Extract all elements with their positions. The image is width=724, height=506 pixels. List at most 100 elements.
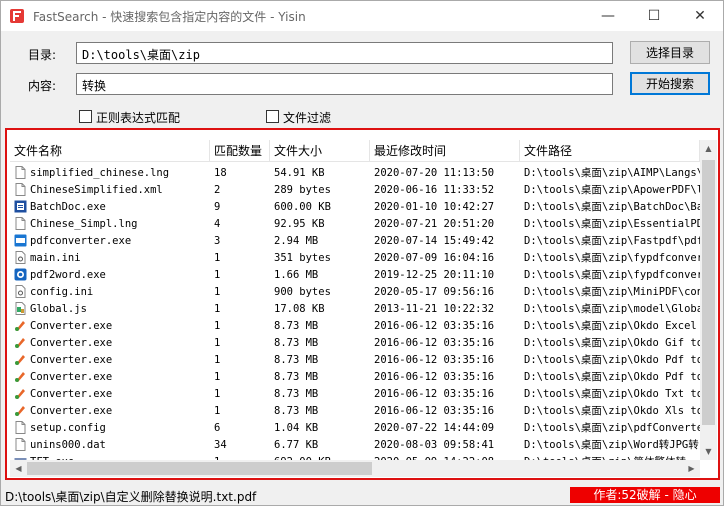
table-row[interactable]: Chinese_Simpl.lng 4 92.95 KB 2020-07-21 20:…	[10, 215, 700, 232]
cell-size: 900 bytes	[274, 285, 331, 298]
cell-name: Chinese_Simpl.lng	[10, 217, 210, 230]
cell-count: 1	[214, 319, 221, 332]
dir-input[interactable]: D:\tools\桌面\zip	[76, 42, 613, 64]
cell-time: 2020-07-20 11:13:50	[374, 166, 495, 179]
cell-path: D:\tools\桌面\zip\Okdo Pdf to	[524, 371, 700, 383]
cell-size: 8.73 MB	[274, 370, 319, 383]
cell-time: 2019-12-25 20:11:10	[374, 268, 495, 281]
minimize-button[interactable]: —	[585, 1, 631, 31]
table-row[interactable]: Converter.exe 1 8.73 MB 2016-06-12 03:35:16…	[10, 317, 700, 334]
cell-count: 2	[214, 183, 221, 196]
close-icon: ✕	[694, 8, 706, 24]
scroll-up-arrow-icon[interactable]: ▲	[700, 140, 717, 157]
file-name: Chinese_Simpl.lng	[30, 217, 138, 230]
maximize-button[interactable]: ☐	[631, 1, 677, 31]
cell-name: config.ini	[10, 285, 210, 298]
table-row[interactable]: Global.js 1 17.08 KB 2013-11-21 10:22:32 D:\…	[10, 300, 700, 317]
table-row[interactable]: unins000.dat 34 6.77 KB 2020-08-03 09:58:41…	[10, 436, 700, 453]
app-window: FastSearch - 快速搜索包含指定内容的文件 - Yisin — ☐ ✕…	[0, 0, 724, 506]
regex-checkbox[interactable]	[79, 110, 92, 123]
cell-time: 2020-07-14 15:49:42	[374, 234, 495, 247]
table-row[interactable]: Converter.exe 1 8.73 MB 2016-06-12 03:35:16…	[10, 368, 700, 385]
cell-size: 8.73 MB	[274, 353, 319, 366]
table-row[interactable]: main.ini 1 351 bytes 2020-07-09 16:04:16 D:\…	[10, 249, 700, 266]
column-header-path[interactable]: 文件路径	[520, 140, 700, 162]
close-button[interactable]: ✕	[677, 1, 723, 31]
list-header: 文件名称 匹配数量 文件大小 最近修改时间 文件路径	[10, 140, 700, 162]
converter-app-icon	[14, 353, 27, 366]
table-row[interactable]: Converter.exe 1 8.73 MB 2016-06-12 03:35:16…	[10, 402, 700, 419]
file-filter-label[interactable]: 文件过滤	[283, 109, 331, 126]
cell-count: 1	[214, 404, 221, 417]
scroll-down-arrow-icon[interactable]: ▼	[700, 443, 717, 460]
file-name: simplified_chinese.lng	[30, 166, 170, 179]
table-row[interactable]: ChineseSimplified.xml 2 289 bytes 2020-06-1…	[10, 181, 700, 198]
cell-name: Converter.exe	[10, 353, 210, 366]
scroll-left-arrow-icon[interactable]: ◀	[10, 460, 27, 477]
cell-path: D:\tools\桌面\zip\MiniPDF\con	[524, 286, 700, 298]
converter-app-icon	[14, 404, 27, 417]
table-row[interactable]: Converter.exe 1 8.73 MB 2016-06-12 03:35:16…	[10, 334, 700, 351]
cell-size: 1.04 KB	[274, 421, 319, 434]
choose-dir-button[interactable]: 选择目录	[630, 41, 710, 64]
scroll-right-arrow-icon[interactable]: ▶	[683, 460, 700, 477]
start-search-button[interactable]: 开始搜索	[630, 72, 710, 95]
cell-name: Converter.exe	[10, 319, 210, 332]
table-row[interactable]: setup.config 6 1.04 KB 2020-07-22 14:44:09 D…	[10, 419, 700, 436]
window-title: FastSearch - 快速搜索包含指定内容的文件 - Yisin	[33, 10, 306, 24]
cell-time: 2016-06-12 03:35:16	[374, 353, 495, 366]
column-header-time[interactable]: 最近修改时间	[370, 140, 520, 162]
column-header-size[interactable]: 文件大小	[270, 140, 370, 162]
blank-file-icon	[14, 166, 27, 179]
cell-count: 4	[214, 217, 221, 230]
table-row[interactable]: pdf2word.exe 1 1.66 MB 2019-12-25 20:11:10 D…	[10, 266, 700, 283]
table-row[interactable]: Converter.exe 1 8.73 MB 2016-06-12 03:35:16…	[10, 385, 700, 402]
converter-app-icon	[14, 319, 27, 332]
table-row[interactable]: Converter.exe 1 8.73 MB 2016-06-12 03:35:16…	[10, 351, 700, 368]
cell-name: Converter.exe	[10, 404, 210, 417]
title-bar[interactable]: FastSearch - 快速搜索包含指定内容的文件 - Yisin — ☐ ✕	[1, 1, 723, 31]
file-name: Global.js	[30, 302, 87, 315]
results-list[interactable]: 文件名称 匹配数量 文件大小 最近修改时间 文件路径 simplified_ch…	[10, 133, 717, 477]
file-name: main.ini	[30, 251, 81, 264]
cell-time: 2016-06-12 03:35:16	[374, 404, 495, 417]
file-name: Converter.exe	[30, 387, 113, 400]
cell-size: 2.94 MB	[274, 234, 319, 247]
horizontal-scrollbar[interactable]: ◀ ▶	[10, 460, 700, 477]
settings-file-icon	[14, 285, 27, 298]
file-name: pdf2word.exe	[30, 268, 106, 281]
column-header-count[interactable]: 匹配数量	[210, 140, 270, 162]
cell-time: 2016-06-12 03:35:16	[374, 336, 495, 349]
file-name: setup.config	[30, 421, 106, 434]
table-row[interactable]: BatchDoc.exe 9 600.00 KB 2020-01-10 10:42:2…	[10, 198, 700, 215]
cell-count: 1	[214, 353, 221, 366]
file-filter-checkbox[interactable]	[266, 110, 279, 123]
column-header-name[interactable]: 文件名称	[10, 140, 210, 162]
cell-name: Converter.exe	[10, 370, 210, 383]
regex-label[interactable]: 正则表达式匹配	[96, 109, 180, 126]
table-row[interactable]: pdfconverter.exe 3 2.94 MB 2020-07-14 15:49…	[10, 232, 700, 249]
cell-path: D:\tools\桌面\zip\Okdo Txt to	[524, 388, 700, 400]
script-file-icon	[14, 302, 27, 315]
cell-count: 1	[214, 268, 221, 281]
cell-size: 17.08 KB	[274, 302, 325, 315]
horizontal-scroll-thumb[interactable]	[27, 462, 372, 475]
cell-path: D:\tools\桌面\zip\fypdfconver	[524, 269, 700, 281]
cell-time: 2016-06-12 03:35:16	[374, 319, 495, 332]
vertical-scroll-thumb[interactable]	[702, 160, 715, 425]
cell-name: Global.js	[10, 302, 210, 315]
converter-app-icon	[14, 370, 27, 383]
table-row[interactable]: simplified_chinese.lng 18 54.91 KB 2020-07-…	[10, 164, 700, 181]
file-name: config.ini	[30, 285, 94, 298]
cell-time: 2020-01-10 10:42:27	[374, 200, 495, 213]
cell-time: 2013-11-21 10:22:32	[374, 302, 495, 315]
cell-path: D:\tools\桌面\zip\fypdfconver	[524, 252, 700, 264]
cell-count: 34	[214, 438, 227, 451]
cell-name: Converter.exe	[10, 336, 210, 349]
file-name: pdfconverter.exe	[30, 234, 132, 247]
cell-count: 6	[214, 421, 221, 434]
vertical-scrollbar[interactable]: ▲ ▼	[700, 140, 717, 460]
table-row[interactable]: config.ini 1 900 bytes 2020-05-17 09:56:16 D…	[10, 283, 700, 300]
content-input[interactable]: 转换	[76, 73, 613, 95]
file-name: Converter.exe	[30, 404, 113, 417]
